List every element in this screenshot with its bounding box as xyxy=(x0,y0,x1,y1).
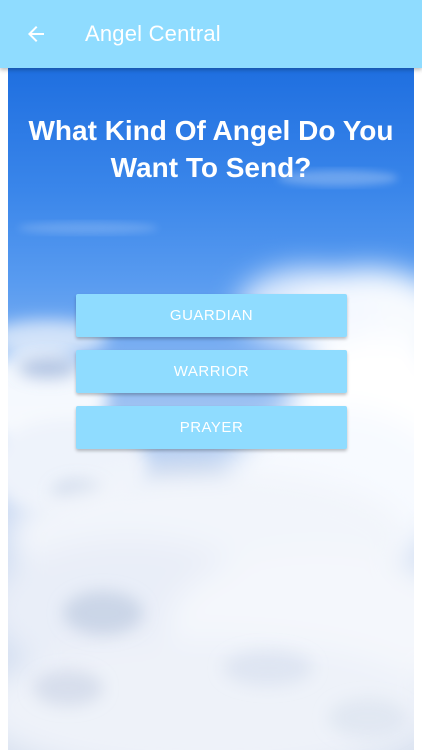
app-bar: Angel Central xyxy=(0,0,422,68)
prayer-button[interactable]: PRAYER xyxy=(76,406,347,449)
warrior-button[interactable]: WARRIOR xyxy=(76,350,347,393)
app-title: Angel Central xyxy=(85,21,221,46)
back-button[interactable] xyxy=(20,18,52,50)
app-screen: Angel Central What Kind Of Angel Do You … xyxy=(0,0,422,750)
question-heading: What Kind Of Angel Do You Want To Send? xyxy=(28,115,394,183)
guardian-button[interactable]: GUARDIAN xyxy=(76,294,347,337)
arrow-left-icon xyxy=(28,26,44,42)
